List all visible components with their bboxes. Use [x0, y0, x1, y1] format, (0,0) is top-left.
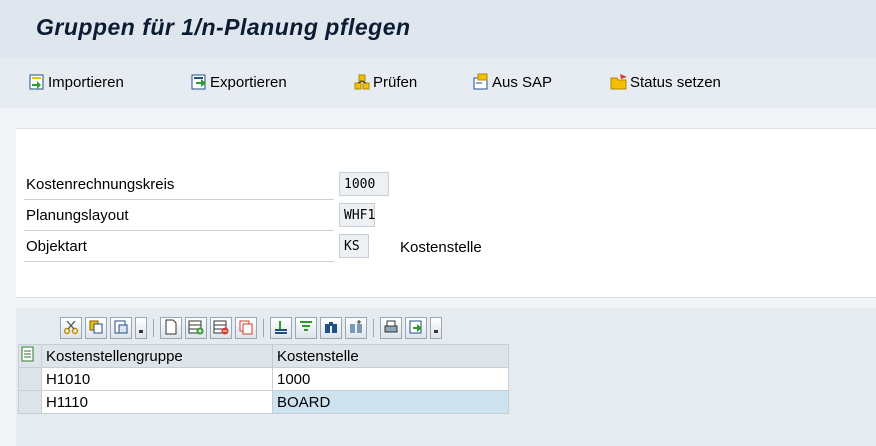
- scissors-icon: [63, 319, 79, 338]
- title-bar: Gruppen für 1/n-Planung pflegen: [0, 0, 876, 58]
- filter-icon: [298, 319, 314, 338]
- cost-center-cell[interactable]: 1000: [272, 367, 509, 391]
- blank-page-icon: [163, 319, 179, 338]
- alv-grid-container: Kostenstellengruppe Kostenstelle H1010 1…: [16, 308, 876, 446]
- row-selector[interactable]: [18, 390, 42, 414]
- check-button[interactable]: Prüfen: [353, 70, 417, 94]
- planning-layout-field[interactable]: WHF1: [339, 203, 375, 227]
- set-status-button[interactable]: Status setzen: [610, 70, 721, 94]
- column-header-cost-center[interactable]: Kostenstelle: [272, 344, 509, 368]
- insert-row-button[interactable]: [185, 317, 207, 339]
- select-all-button[interactable]: [18, 344, 42, 368]
- cost-center-group-cell[interactable]: H1110: [41, 390, 273, 414]
- copy-icon: [88, 319, 104, 338]
- paste-menu-dropdown[interactable]: [135, 317, 147, 339]
- grid-toolbar: [60, 316, 445, 340]
- toolbar-divider: [373, 319, 374, 337]
- grid-header-row: Kostenstellengruppe Kostenstelle: [18, 344, 509, 368]
- field-label-planning-layout: Planungslayout: [24, 201, 334, 231]
- table-row: H1110 BOARD: [18, 390, 509, 414]
- paste-button[interactable]: [110, 317, 132, 339]
- cost-center-group-cell[interactable]: H1010: [41, 367, 273, 391]
- duplicate-row-icon: [238, 319, 254, 338]
- export-icon: [408, 319, 424, 338]
- table-row: H1010 1000: [18, 367, 509, 391]
- print-button[interactable]: [380, 317, 402, 339]
- import-button[interactable]: Importieren: [28, 70, 124, 94]
- main-area: Kostenrechnungskreis 1000 Planungslayout…: [0, 108, 876, 446]
- binoculars-icon: [323, 319, 339, 338]
- filter-button[interactable]: [295, 317, 317, 339]
- sort-ascending-icon: [273, 319, 289, 338]
- printer-icon: [383, 319, 399, 338]
- import-label: Importieren: [48, 73, 124, 91]
- from-sap-button[interactable]: Aus SAP: [472, 70, 552, 94]
- cost-center-cell[interactable]: BOARD: [272, 390, 509, 414]
- field-label-controlling-area: Kostenrechnungskreis: [24, 170, 334, 200]
- copy-row-button[interactable]: [235, 317, 257, 339]
- binoculars-plus-icon: [348, 319, 364, 338]
- copy-button[interactable]: [85, 317, 107, 339]
- folder-status-icon: [610, 73, 628, 91]
- export-grid-button[interactable]: [405, 317, 427, 339]
- row-selector[interactable]: [18, 367, 42, 391]
- export-button[interactable]: Exportieren: [190, 70, 287, 94]
- cut-button[interactable]: [60, 317, 82, 339]
- select-all-icon: [19, 346, 37, 367]
- from-sap-icon: [472, 73, 490, 91]
- export-menu-dropdown[interactable]: [430, 317, 442, 339]
- controlling-area-field[interactable]: 1000: [339, 172, 389, 196]
- check-icon: [353, 73, 371, 91]
- new-row-button[interactable]: [160, 317, 182, 339]
- sort-ascending-button[interactable]: [270, 317, 292, 339]
- toolbar-divider: [153, 319, 154, 337]
- object-type-field[interactable]: KS: [339, 234, 369, 258]
- paste-icon: [113, 319, 129, 338]
- data-grid: Kostenstellengruppe Kostenstelle H1010 1…: [18, 344, 509, 414]
- from-sap-label: Aus SAP: [492, 73, 553, 91]
- find-next-button[interactable]: [345, 317, 367, 339]
- page-title: Gruppen für 1/n-Planung pflegen: [36, 14, 411, 40]
- delete-row-button[interactable]: [210, 317, 232, 339]
- field-label-object-type: Objektart: [24, 232, 334, 262]
- column-header-cost-center-group[interactable]: Kostenstellengruppe: [41, 344, 273, 368]
- export-label: Exportieren: [210, 73, 287, 91]
- set-status-label: Status setzen: [630, 73, 721, 91]
- insert-row-icon: [188, 319, 204, 338]
- check-label: Prüfen: [373, 73, 418, 91]
- selection-form: Kostenrechnungskreis 1000 Planungslayout…: [16, 128, 876, 298]
- delete-row-icon: [213, 319, 229, 338]
- toolbar-divider: [263, 319, 264, 337]
- application-toolbar: Importieren Exportieren Prüfen Aus SAP S…: [0, 58, 876, 109]
- import-icon: [28, 73, 46, 91]
- object-type-description: Kostenstelle: [400, 238, 482, 256]
- export-icon: [190, 73, 208, 91]
- find-button[interactable]: [320, 317, 342, 339]
